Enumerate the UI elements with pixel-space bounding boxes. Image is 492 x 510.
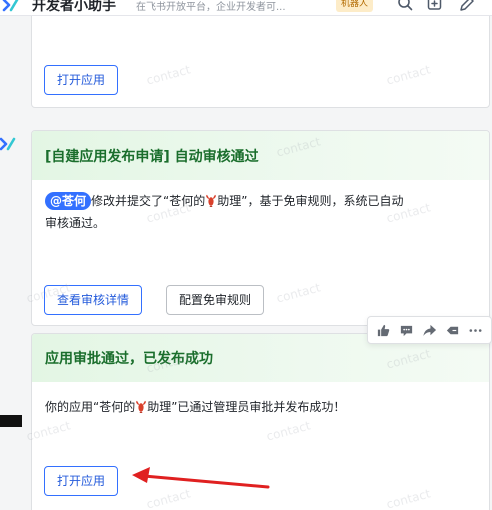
card-2-text-part1: 修改并提交了“苍何的	[91, 194, 206, 208]
config-exemption-rules-button[interactable]: 配置免审规则	[166, 285, 265, 315]
card-3-title: 应用审批通过，已发布成功	[45, 351, 213, 367]
message-card-1: 打开应用	[31, 14, 490, 108]
open-app-button-2[interactable]: 打开应用	[44, 466, 119, 496]
view-review-details-button[interactable]: 查看审核详情	[44, 285, 143, 315]
card-2-title: [自建应用发布申请] 自动审核通过	[45, 148, 259, 165]
card-3-text-part2: 助理”已通过管理员审批并发布成功！	[147, 400, 346, 414]
chat-title: 开发者小助手	[32, 0, 116, 14]
open-app-button-1[interactable]: 打开应用	[44, 65, 119, 95]
quote-icon[interactable]	[445, 323, 460, 338]
card-2-header: [自建应用发布申请] 自动审核通过	[32, 131, 489, 180]
lobster-emoji-icon	[136, 400, 147, 413]
chat-window: 开发者小助手 在飞书开放平台，企业开发者可... 机器人 打开应用 [自建应用发…	[0, 0, 492, 510]
card-3-body: 你的应用“苍何的 助理”已通过管理员审批并发布成功！	[45, 396, 475, 418]
lobster-emoji-icon	[206, 194, 217, 207]
card-3-text-part1: 你的应用“苍何的	[45, 400, 136, 414]
chat-description: 在飞书开放平台，企业开发者可...	[136, 2, 286, 13]
bot-badge: 机器人	[336, 0, 374, 12]
more-icon[interactable]	[468, 323, 483, 338]
bot-logo-icon	[2, 0, 19, 12]
card-2-body: @苍何 修改并提交了“苍何的 助理”，基于免审规则，系统已自动 审核通过。	[45, 190, 475, 234]
search-icon[interactable]	[396, 0, 414, 13]
reply-comment-icon[interactable]	[399, 323, 414, 338]
edit-icon[interactable]	[458, 0, 476, 13]
card-2-text-line2: 审核通过。	[45, 216, 106, 230]
annotation-arrow-icon	[132, 467, 270, 489]
message-card-2: [自建应用发布申请] 自动审核通过 @苍何 修改并提交了“苍何的 助理”，基于免审…	[31, 130, 490, 326]
add-chat-icon[interactable]	[426, 0, 444, 13]
forward-icon[interactable]	[422, 323, 437, 338]
cropped-marker	[0, 415, 22, 427]
card-2-text-part2: 助理”，基于免审规则，系统已自动	[217, 194, 404, 208]
bot-avatar-icon	[0, 137, 16, 151]
chat-header: 开发者小助手 在飞书开放平台，企业开发者可... 机器人	[0, 0, 492, 16]
thumbs-up-icon[interactable]	[376, 323, 391, 338]
user-mention[interactable]: @苍何	[45, 192, 92, 210]
message-action-bar	[367, 316, 492, 344]
